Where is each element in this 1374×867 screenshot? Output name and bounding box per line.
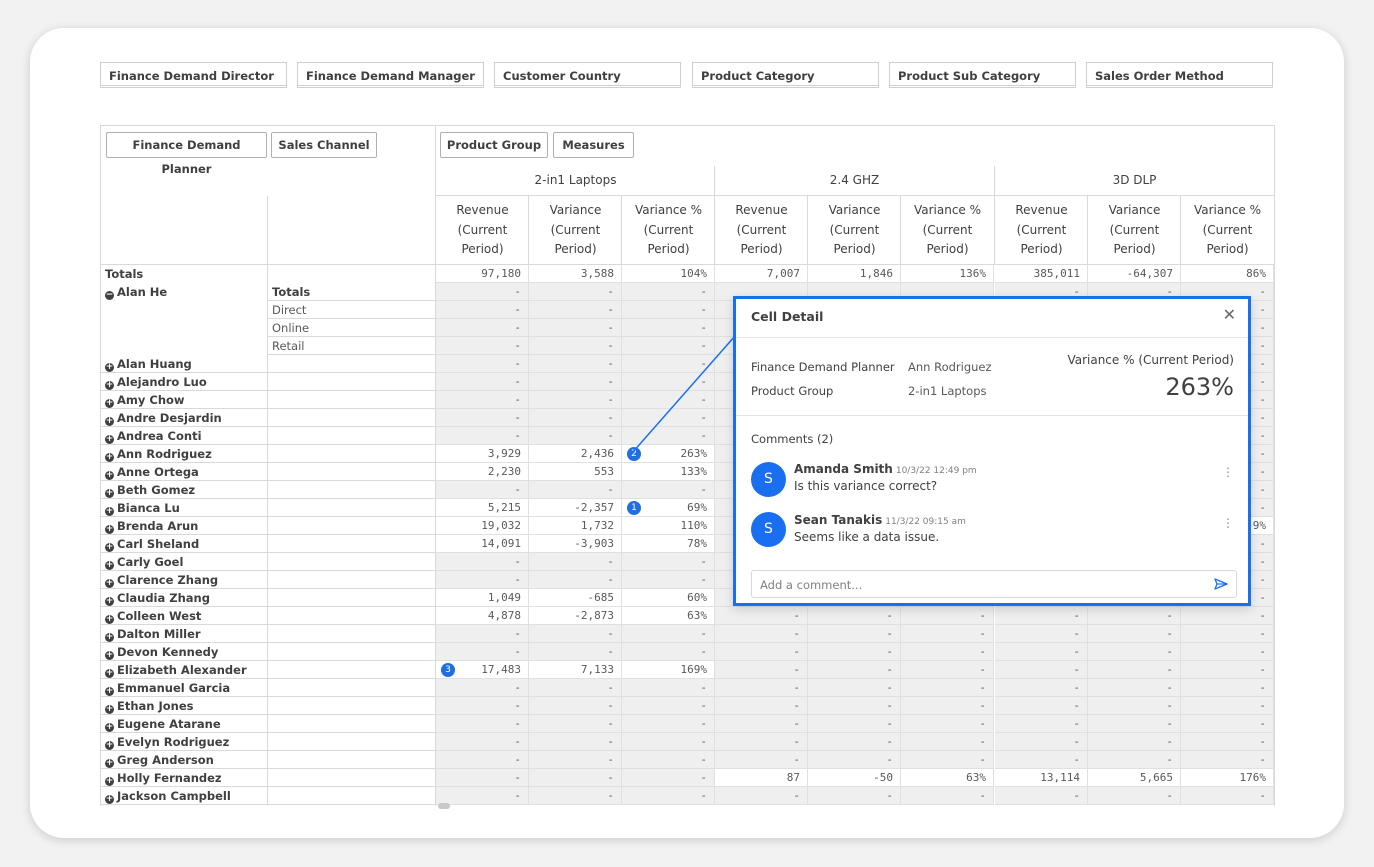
comments-title: Comments (2)	[751, 432, 834, 446]
divider	[736, 415, 1248, 416]
comment-text: Seems like a data issue.	[794, 530, 940, 544]
app-frame: Finance Demand Director Finance Demand M…	[30, 28, 1344, 838]
comment-author-name: Amanda Smith	[794, 462, 893, 476]
avatar: S	[751, 512, 786, 547]
group-label: Product Group	[751, 384, 834, 398]
send-icon[interactable]	[1214, 577, 1228, 591]
comment-time: 10/3/22 12:49 pm	[895, 466, 977, 476]
group-value: 2-in1 Laptops	[908, 384, 987, 398]
popup-title: Cell Detail	[751, 309, 824, 324]
comment-author: Amanda Smith 10/3/22 12:49 pm	[794, 462, 977, 476]
comment-input[interactable]: Add a comment...	[751, 570, 1237, 598]
planner-label: Finance Demand Planner	[751, 360, 895, 374]
planner-value: Ann Rodriguez	[908, 360, 992, 374]
divider	[736, 337, 1248, 338]
comment-text: Is this variance correct?	[794, 479, 938, 493]
comment-author: Sean Tanakis 11/3/22 09:15 am	[794, 513, 966, 527]
comment-input-placeholder: Add a comment...	[760, 578, 863, 592]
measure-value: 263%	[1165, 373, 1234, 401]
comment-author-name: Sean Tanakis	[794, 513, 883, 527]
measure-name: Variance % (Current Period)	[1067, 353, 1234, 367]
avatar: S	[751, 462, 786, 497]
more-options-icon[interactable]: ⋮	[1222, 465, 1234, 479]
close-icon[interactable]: ✕	[1223, 307, 1236, 323]
cell-detail-popup: Cell Detail ✕ Finance Demand Planner Ann…	[733, 296, 1251, 606]
more-options-icon[interactable]: ⋮	[1222, 516, 1234, 530]
comment-time: 11/3/22 09:15 am	[885, 517, 966, 527]
